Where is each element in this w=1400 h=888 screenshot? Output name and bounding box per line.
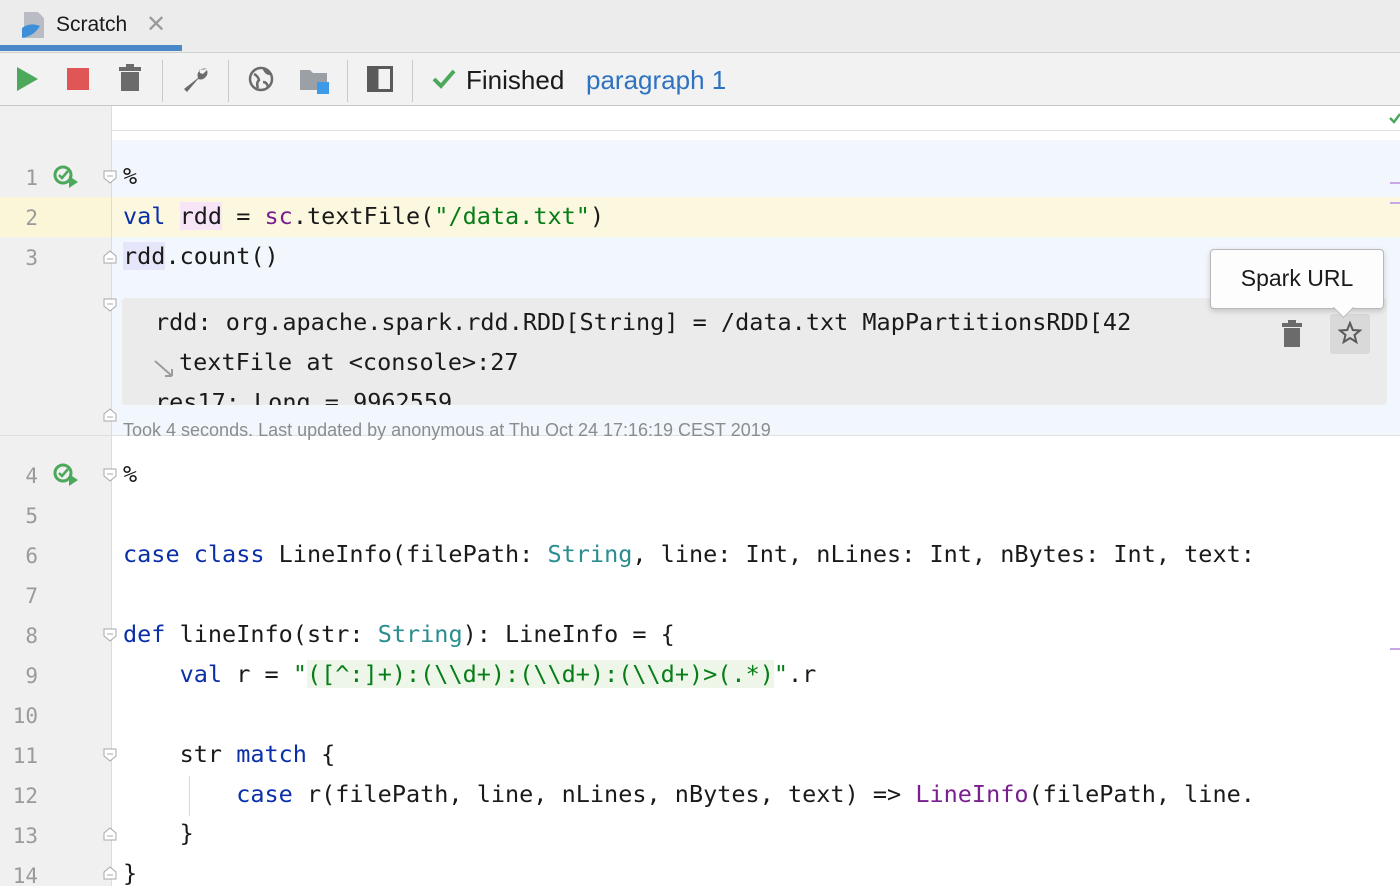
stop-icon[interactable] [67,68,89,90]
inspection-ok-icon [1389,113,1400,124]
scroll-marker [1390,648,1400,650]
fold-end-icon[interactable] [103,827,117,841]
line-number: 3 [25,246,38,270]
clear-output-icon[interactable] [1281,320,1303,348]
run-icon[interactable] [14,65,40,93]
output-line: res17: Long = 9962559 [155,388,453,405]
fold-end-icon[interactable] [103,866,117,880]
line-number: 11 [12,744,38,768]
line-number: 13 [12,824,38,848]
line-number: 8 [25,624,38,648]
code-line-12[interactable]: case r(filePath, line, nLines, nBytes, t… [123,780,1255,808]
line-number: 9 [25,664,38,688]
line-number: 5 [25,504,38,528]
line-number: 4 [25,464,38,488]
run-paragraph-icon[interactable] [53,164,79,190]
code-line-1[interactable]: % [123,162,137,190]
run-paragraph-icon[interactable] [53,462,79,488]
fold-open-icon[interactable] [103,628,117,642]
folder-icon[interactable] [299,64,331,96]
fold-open-icon[interactable] [103,298,117,312]
tooltip: Spark URL [1210,249,1384,309]
code-line-13[interactable]: } [123,819,194,847]
line-number: 7 [25,584,38,608]
fold-end-icon[interactable] [103,250,117,264]
tooltip-text: Spark URL [1240,265,1354,291]
execution-status: Finished [466,65,565,95]
scroll-marker [1390,202,1400,204]
checkmark-icon [432,69,456,89]
scroll-marker [1390,182,1400,184]
close-icon[interactable]: ✕ [146,10,166,39]
line-number: 12 [12,784,38,808]
line-number: 14 [12,864,38,888]
code-line-3[interactable]: rdd.count() [123,242,279,270]
code-line-14[interactable]: } [123,859,137,887]
paragraph-footer: Took 4 seconds. Last updated by anonymou… [123,420,771,440]
line-number: 1 [25,166,38,190]
active-tab-indicator [0,45,182,51]
delete-icon[interactable] [118,64,142,92]
line-number: 10 [12,704,38,728]
fold-open-icon[interactable] [103,170,117,184]
gutter-border [111,106,112,886]
tab-bar [0,0,1400,53]
split-view-icon[interactable] [367,66,393,92]
output-line: rdd: org.apache.spark.rdd.RDD[String] = … [155,308,1132,336]
divider [112,130,1400,131]
code-line-11[interactable]: str match { [123,740,336,768]
output-line: textFile at <console>:27 [179,348,519,376]
regex-literal: ([^:]+):(\\d+):(\\d+):(\\d+)>(.*) [306,660,774,688]
line-number: 6 [25,544,38,568]
spark-url-button[interactable] [1330,314,1370,354]
fold-open-icon[interactable] [103,748,117,762]
line-number: 2 [25,206,38,230]
scratch-file-icon [22,12,44,38]
globe-icon[interactable] [248,66,274,92]
code-line-2[interactable]: val rdd = sc.textFile("/data.txt") [123,202,604,230]
code-line-4[interactable]: % [123,460,137,488]
code-line-6[interactable]: case class LineInfo(filePath: String, li… [123,540,1255,568]
tab-label: Scratch [56,13,128,36]
fold-open-icon[interactable] [103,468,117,482]
soft-wrap-icon [154,360,173,377]
code-line-8[interactable]: def lineInfo(str: String): LineInfo = { [123,620,675,648]
fold-end-icon[interactable] [103,408,117,422]
settings-wrench-icon[interactable] [181,65,211,93]
code-line-9[interactable]: val r = "([^:]+):(\\d+):(\\d+):(\\d+)>(.… [123,660,816,688]
star-icon [1338,321,1362,345]
paragraph-output: rdd: org.apache.spark.rdd.RDD[String] = … [122,298,1387,405]
paragraph-link[interactable]: paragraph 1 [586,65,726,96]
